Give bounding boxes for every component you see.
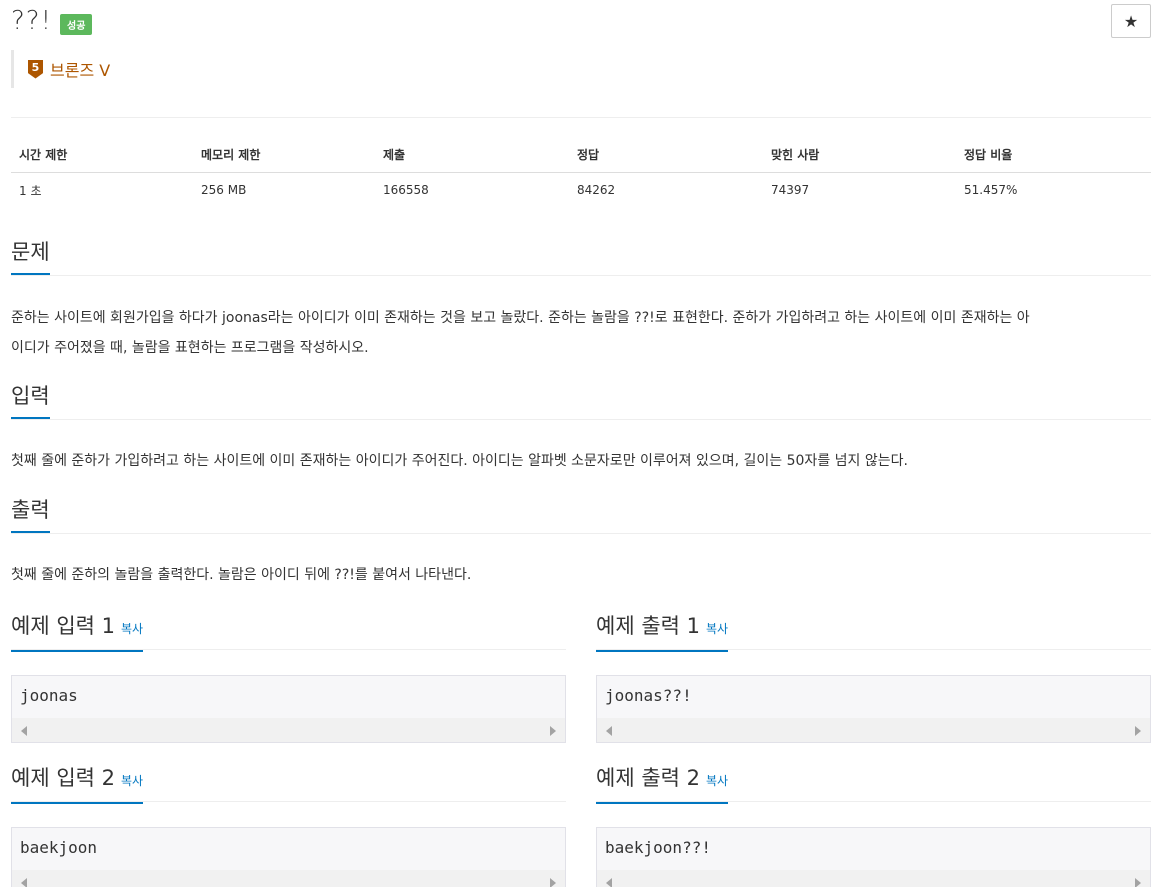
memory-limit-value: 256 MB: [201, 183, 247, 198]
description-line-1: 준하는 사이트에 회원가입을 하다가 joonas라는 아이디가 이미 존재하는…: [11, 310, 1030, 326]
problem-tier[interactable]: 5 브론즈 V: [11, 50, 110, 88]
sample-input-2-code[interactable]: baekjoon: [12, 828, 565, 868]
description-line-2: 이디가 주어졌을 때, 놀람을 표현하는 프로그램을 작성하시오.: [11, 340, 369, 356]
header-accept-ratio: 정답 비율: [956, 138, 1151, 173]
scroll-left-arrow-icon[interactable]: [606, 726, 612, 736]
sample-input-1-title: 예제 입력 1: [11, 614, 115, 638]
section-description-body: 준하는 사이트에 회원가입을 하다가 joonas라는 아이디가 이미 존재하는…: [11, 303, 1151, 363]
section-input-header: 입력: [11, 382, 1151, 420]
sample-input-2-title: 예제 입력 2: [11, 766, 115, 790]
result-success-badge[interactable]: 성공: [60, 13, 93, 35]
sample-output-2-box[interactable]: baekjoon??!: [596, 827, 1151, 887]
header-memory-limit: 메모리 제한: [193, 138, 375, 173]
copy-sample-output-1-link[interactable]: 복사: [706, 622, 728, 636]
horizontal-scrollbar[interactable]: [597, 870, 1150, 887]
section-description-title: 문제: [11, 238, 50, 275]
sample-input-1-box[interactable]: joonas: [11, 675, 566, 743]
copy-sample-output-2-link[interactable]: 복사: [706, 774, 728, 788]
problem-title-row: ??! 성공: [11, 6, 93, 36]
divider: [11, 117, 1151, 118]
star-icon: ★: [1123, 11, 1139, 31]
scroll-right-arrow-icon[interactable]: [1135, 878, 1141, 887]
star-favorite-button[interactable]: ★: [1111, 4, 1151, 38]
section-input-body: 첫째 줄에 준하가 가입하려고 하는 사이트에 이미 존재하는 아이디가 주어진…: [11, 446, 1151, 476]
horizontal-scrollbar[interactable]: [12, 870, 565, 887]
header-solved-users: 맞힌 사람: [763, 138, 956, 173]
sample-output-1-title: 예제 출력 1: [596, 614, 700, 638]
problem-title: ??!: [11, 6, 53, 36]
tier-label: 브론즈 V: [50, 61, 111, 80]
time-limit-value: 1 초: [19, 183, 42, 198]
horizontal-scrollbar[interactable]: [12, 718, 565, 742]
section-output-body: 첫째 줄에 준하의 놀람을 출력한다. 놀람은 아이디 뒤에 ??!를 붙여서 …: [11, 560, 1151, 590]
scroll-left-arrow-icon[interactable]: [21, 878, 27, 887]
scroll-left-arrow-icon[interactable]: [606, 878, 612, 887]
horizontal-scrollbar[interactable]: [597, 718, 1150, 742]
sample-output-2-title: 예제 출력 2: [596, 766, 700, 790]
sample-input-2-header: 예제 입력 2 복사: [11, 763, 566, 804]
sample-output-1-header: 예제 출력 1 복사: [596, 611, 1151, 652]
section-input-title: 입력: [11, 382, 50, 419]
sample-input-1-header: 예제 입력 1 복사: [11, 611, 566, 652]
submissions-value[interactable]: 166558: [375, 172, 569, 208]
sample-output-1-code[interactable]: joonas??!: [597, 676, 1150, 716]
sample-input-2-box[interactable]: baekjoon: [11, 827, 566, 887]
scroll-left-arrow-icon[interactable]: [21, 726, 27, 736]
scroll-right-arrow-icon[interactable]: [550, 726, 556, 736]
section-description-header: 문제: [11, 238, 1151, 276]
table-header-row: 시간 제한 메모리 제한 제출 정답 맞힌 사람 정답 비율: [11, 138, 1151, 173]
header-time-limit: 시간 제한: [11, 138, 193, 173]
input-description: 첫째 줄에 준하가 가입하려고 하는 사이트에 이미 존재하는 아이디가 주어진…: [11, 453, 908, 469]
scroll-right-arrow-icon[interactable]: [1135, 726, 1141, 736]
section-output-header: 출력: [11, 496, 1151, 534]
sample-output-2-code[interactable]: baekjoon??!: [597, 828, 1150, 868]
sample-input-1-code[interactable]: joonas: [12, 676, 565, 716]
header-submissions: 제출: [375, 138, 569, 173]
sample-output-1-box[interactable]: joonas??!: [596, 675, 1151, 743]
copy-sample-input-2-link[interactable]: 복사: [121, 774, 143, 788]
copy-sample-input-1-link[interactable]: 복사: [121, 622, 143, 636]
solved-users-value[interactable]: 74397: [763, 172, 956, 208]
output-description: 첫째 줄에 준하의 놀람을 출력한다. 놀람은 아이디 뒤에 ??!를 붙여서 …: [11, 567, 472, 583]
header-accepted: 정답: [569, 138, 763, 173]
tier-bronze-icon: 5: [28, 59, 43, 79]
scroll-right-arrow-icon[interactable]: [550, 878, 556, 887]
section-output-title: 출력: [11, 496, 50, 533]
problem-info-table: 시간 제한 메모리 제한 제출 정답 맞힌 사람 정답 비율 1 초 256 M…: [11, 138, 1151, 208]
table-row: 1 초 256 MB 166558 84262 74397 51.457%: [11, 172, 1151, 208]
accept-ratio-value: 51.457%: [964, 183, 1018, 198]
accepted-value[interactable]: 84262: [569, 172, 763, 208]
sample-output-2-header: 예제 출력 2 복사: [596, 763, 1151, 804]
